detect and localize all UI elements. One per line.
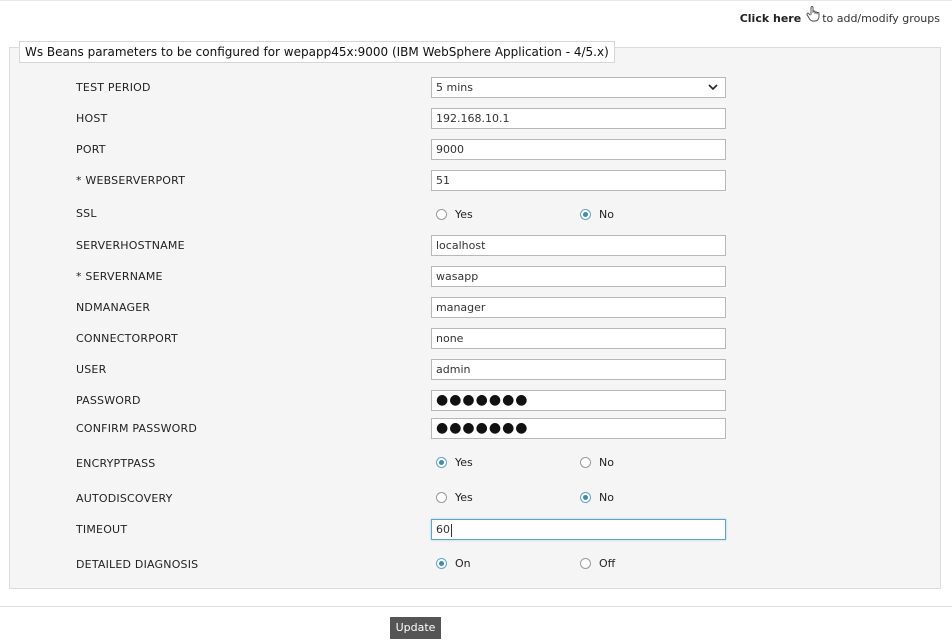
test-period-label: TEST PERIOD [76, 81, 151, 94]
ndmanager-input[interactable]: manager [431, 297, 726, 318]
user-input[interactable]: admin [431, 359, 726, 380]
encryptpass-no-label: No [599, 455, 614, 469]
detailed-diagnosis-off-label: Off [599, 556, 616, 570]
row-servername: * SERVERNAME wasapp [0, 266, 952, 288]
port-label: PORT [76, 143, 106, 156]
serverhostname-input[interactable]: localhost [431, 235, 726, 256]
row-confirm-password: CONFIRM PASSWORD ●●●●●●● [0, 418, 952, 440]
connectorport-input[interactable]: none [431, 328, 726, 349]
connectorport-label: CONNECTORPORT [76, 332, 178, 345]
hand-pointer-icon [806, 6, 820, 22]
radio-checked-icon [436, 456, 447, 468]
ssl-yes-radio[interactable]: Yes [436, 203, 473, 225]
timeout-value: 60 [436, 523, 450, 536]
ssl-yes-label: Yes [455, 207, 473, 221]
text-cursor [451, 523, 452, 537]
groups-link-area: Click here to add/modify groups [740, 6, 940, 26]
encryptpass-no-radio[interactable]: No [580, 451, 614, 473]
top-divider [0, 0, 952, 1]
detailed-diagnosis-on-radio[interactable]: On [436, 552, 471, 574]
radio-unchecked-icon [580, 456, 591, 468]
row-timeout: TIMEOUT 60 [0, 519, 952, 541]
row-host: HOST 192.168.10.1 [0, 108, 952, 130]
timeout-label: TIMEOUT [76, 523, 128, 536]
row-user: USER admin [0, 359, 952, 381]
test-period-value: 5 mins [436, 81, 473, 94]
port-input[interactable]: 9000 [431, 139, 726, 160]
row-serverhostname: SERVERHOSTNAME localhost [0, 235, 952, 257]
password-mask: ●●●●●●● [436, 392, 529, 408]
row-connectorport: CONNECTORPORT none [0, 328, 952, 350]
encryptpass-label: ENCRYPTPASS [76, 457, 156, 470]
radio-checked-icon [580, 491, 591, 503]
timeout-input[interactable]: 60 [431, 519, 726, 540]
autodiscovery-label: AUTODISCOVERY [76, 492, 173, 505]
ssl-label: SSL [76, 207, 97, 220]
host-input[interactable]: 192.168.10.1 [431, 108, 726, 129]
radio-unchecked-icon [580, 557, 591, 569]
row-port: PORT 9000 [0, 139, 952, 161]
confirm-password-input[interactable]: ●●●●●●● [431, 418, 726, 439]
row-autodiscovery: AUTODISCOVERY Yes No [0, 486, 952, 508]
detailed-diagnosis-on-label: On [455, 556, 471, 570]
detailed-diagnosis-label: DETAILED DIAGNOSIS [76, 558, 199, 571]
encryptpass-yes-label: Yes [455, 455, 473, 469]
ssl-no-label: No [599, 207, 614, 221]
row-ndmanager: NDMANAGER manager [0, 297, 952, 319]
serverhostname-label: SERVERHOSTNAME [76, 239, 185, 252]
webserverport-label: * WEBSERVERPORT [76, 174, 186, 187]
chevron-down-icon [708, 84, 718, 91]
ssl-no-radio[interactable]: No [580, 203, 614, 225]
autodiscovery-yes-label: Yes [455, 490, 473, 504]
row-password: PASSWORD ●●●●●●● [0, 390, 952, 412]
footer-divider [0, 606, 952, 607]
user-label: USER [76, 363, 107, 376]
servername-input[interactable]: wasapp [431, 266, 726, 287]
confirm-password-label: CONFIRM PASSWORD [76, 422, 198, 435]
groups-link-text: to add/modify groups [822, 11, 940, 25]
password-label: PASSWORD [76, 394, 141, 407]
autodiscovery-no-label: No [599, 490, 614, 504]
row-ssl: SSL Yes No [0, 203, 952, 225]
radio-checked-icon [580, 208, 591, 220]
detailed-diagnosis-off-radio[interactable]: Off [580, 552, 615, 574]
panel-legend: Ws Beans parameters to be configured for… [19, 41, 615, 63]
radio-unchecked-icon [436, 491, 447, 503]
row-test-period: TEST PERIOD 5 mins [0, 77, 952, 99]
click-here-link[interactable]: Click here [740, 12, 801, 25]
ndmanager-label: NDMANAGER [76, 301, 151, 314]
servername-label: * SERVERNAME [76, 270, 163, 283]
row-encryptpass: ENCRYPTPASS Yes No [0, 451, 952, 473]
webserverport-input[interactable]: 51 [431, 170, 726, 191]
update-button[interactable]: Update [390, 617, 441, 639]
row-detailed-diagnosis: DETAILED DIAGNOSIS On Off [0, 552, 952, 574]
autodiscovery-no-radio[interactable]: No [580, 486, 614, 508]
password-input[interactable]: ●●●●●●● [431, 390, 726, 411]
autodiscovery-yes-radio[interactable]: Yes [436, 486, 473, 508]
test-period-select[interactable]: 5 mins [431, 77, 726, 98]
encryptpass-yes-radio[interactable]: Yes [436, 451, 473, 473]
radio-unchecked-icon [436, 208, 447, 220]
host-label: HOST [76, 112, 108, 125]
confirm-password-mask: ●●●●●●● [436, 420, 529, 436]
row-webserverport: * WEBSERVERPORT 51 [0, 170, 952, 192]
radio-checked-icon [436, 557, 447, 569]
